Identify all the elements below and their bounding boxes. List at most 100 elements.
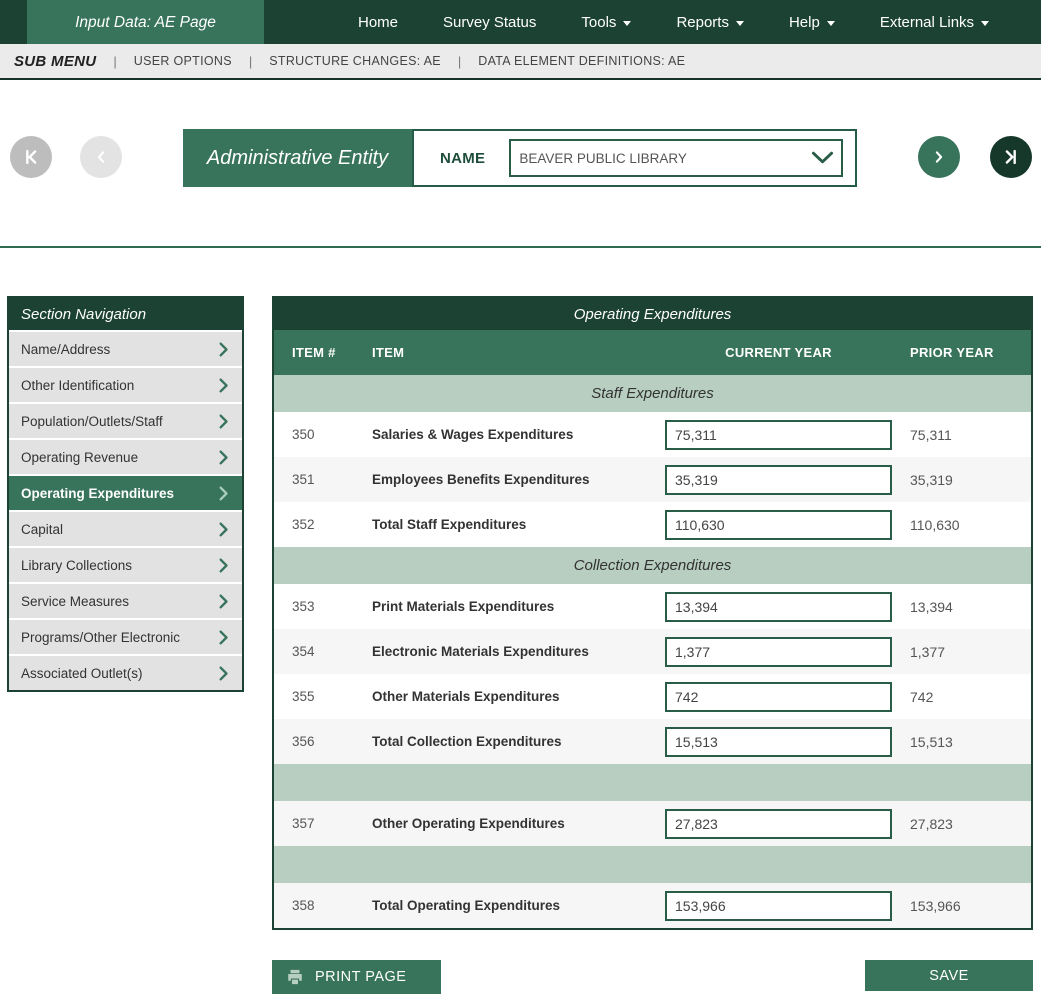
table-section-row: Collection Expenditures: [274, 547, 1031, 584]
chevron-right-icon: [219, 558, 229, 573]
current-year-input[interactable]: [665, 682, 892, 712]
entity-name-box: NAME BEAVER PUBLIC LIBRARY: [412, 129, 857, 187]
operating-expenditures-table: Operating Expenditures ITEM # ITEM CURRE…: [272, 296, 1033, 930]
item-label: Salaries & Wages Expenditures: [372, 427, 665, 442]
section-navigation: Section Navigation Name/Address Other Id…: [7, 296, 244, 692]
item-label: Total Collection Expenditures: [372, 734, 665, 749]
sidebar-item[interactable]: Library Collections: [9, 548, 242, 582]
entity-type-title: Administrative Entity: [183, 129, 412, 187]
current-year-input[interactable]: [665, 809, 892, 839]
current-year-input[interactable]: [665, 510, 892, 540]
chevron-right-icon: [219, 414, 229, 429]
prior-year-value: 75,311: [892, 427, 1031, 443]
section-navigation-title: Section Navigation: [9, 298, 242, 330]
table-row: 353 Print Materials Expenditures 13,394: [274, 584, 1031, 629]
nav-menu-item[interactable]: Survey Status: [443, 14, 536, 31]
item-number: 357: [274, 816, 372, 831]
nav-menu-item[interactable]: Help: [789, 14, 835, 31]
table-header-row: ITEM # ITEM CURRENT YEAR PRIOR YEAR: [274, 330, 1031, 375]
current-year-input[interactable]: [665, 592, 892, 622]
submenu-separator: |: [249, 54, 252, 69]
current-year-input[interactable]: [665, 637, 892, 667]
item-label: Total Staff Expenditures: [372, 517, 665, 532]
current-year-input[interactable]: [665, 420, 892, 450]
item-number: 355: [274, 689, 372, 704]
chevron-right-icon: [219, 522, 229, 537]
chevron-right-icon: [219, 450, 229, 465]
current-year-input[interactable]: [665, 465, 892, 495]
submenu-item[interactable]: STRUCTURE CHANGES: AE: [269, 54, 441, 68]
print-page-button[interactable]: PRINT PAGE: [272, 960, 441, 994]
sidebar-item[interactable]: Programs/Other Electronic: [9, 620, 242, 654]
nav-menu-item[interactable]: Home: [358, 14, 398, 31]
save-label: SAVE: [929, 968, 969, 984]
current-year-input[interactable]: [665, 727, 892, 757]
caret-down-icon: [827, 21, 835, 26]
chevron-right-icon: [219, 342, 229, 357]
sidebar-item[interactable]: Service Measures: [9, 584, 242, 618]
item-number: 356: [274, 734, 372, 749]
next-record-button[interactable]: [918, 136, 960, 178]
sidebar-item[interactable]: Operating Revenue: [9, 440, 242, 474]
table-row: 352 Total Staff Expenditures 110,630: [274, 502, 1031, 547]
nav-menu: Home Survey Status Tools Reports Help Ex…: [350, 0, 1041, 44]
prior-year-value: 153,966: [892, 898, 1031, 914]
chevron-right-icon: [219, 486, 229, 501]
previous-record-button[interactable]: [80, 136, 122, 178]
sidebar-item[interactable]: Other Identification: [9, 368, 242, 402]
chevron-right-icon: [219, 594, 229, 609]
item-label: Print Materials Expenditures: [372, 599, 665, 614]
chevron-right-icon: [219, 378, 229, 393]
submenu-title: SUB MENU: [14, 53, 96, 70]
item-number: 352: [274, 517, 372, 532]
entity-name-select[interactable]: BEAVER PUBLIC LIBRARY: [509, 139, 843, 177]
current-year-input[interactable]: [665, 891, 892, 921]
table-section-row: [274, 846, 1031, 883]
sidebar-item[interactable]: Capital: [9, 512, 242, 546]
name-label: NAME: [440, 150, 485, 167]
nav-menu-item[interactable]: External Links: [880, 14, 989, 31]
item-label: Electronic Materials Expenditures: [372, 644, 665, 659]
first-record-button[interactable]: [10, 136, 52, 178]
sidebar-item[interactable]: Name/Address: [9, 332, 242, 366]
submenu-separator: |: [458, 54, 461, 69]
item-label: Other Materials Expenditures: [372, 689, 665, 704]
table-row: 354 Electronic Materials Expenditures 1,…: [274, 629, 1031, 674]
prior-year-value: 27,823: [892, 816, 1031, 832]
nav-menu-item[interactable]: Tools: [581, 14, 631, 31]
table-row: 356 Total Collection Expenditures 15,513: [274, 719, 1031, 764]
table-row: 357 Other Operating Expenditures 27,823: [274, 801, 1031, 846]
save-button[interactable]: SAVE: [865, 960, 1033, 991]
item-number: 358: [274, 898, 372, 913]
submenu-bar: SUB MENU | USER OPTIONS | STRUCTURE CHAN…: [0, 44, 1041, 80]
table-row: 355 Other Materials Expenditures 742: [274, 674, 1031, 719]
prior-year-value: 110,630: [892, 517, 1031, 533]
caret-down-icon: [981, 21, 989, 26]
item-number: 353: [274, 599, 372, 614]
chevron-right-icon: [219, 630, 229, 645]
sidebar-item[interactable]: Associated Outlet(s): [9, 656, 242, 690]
table-section-row: Staff Expenditures: [274, 375, 1031, 412]
sidebar-item[interactable]: Population/Outlets/Staff: [9, 404, 242, 438]
chevron-right-icon: [929, 147, 949, 167]
col-item-number: ITEM #: [274, 345, 372, 360]
table-row: 350 Salaries & Wages Expenditures 75,311: [274, 412, 1031, 457]
nav-menu-item[interactable]: Reports: [676, 14, 744, 31]
caret-down-icon: [623, 21, 631, 26]
table-title: Operating Expenditures: [274, 298, 1031, 330]
chevron-right-icon: [219, 666, 229, 681]
submenu-item[interactable]: DATA ELEMENT DEFINITIONS: AE: [478, 54, 685, 68]
item-number: 350: [274, 427, 372, 442]
prior-year-value: 13,394: [892, 599, 1031, 615]
prior-year-value: 15,513: [892, 734, 1031, 750]
item-label: Total Operating Expenditures: [372, 898, 665, 913]
prior-year-value: 35,319: [892, 472, 1031, 488]
print-page-label: PRINT PAGE: [315, 969, 406, 985]
sidebar-item[interactable]: Operating Expenditures: [9, 476, 242, 510]
last-record-button[interactable]: [990, 136, 1032, 178]
submenu-item[interactable]: USER OPTIONS: [134, 54, 232, 68]
item-number: 354: [274, 644, 372, 659]
table-row: 358 Total Operating Expenditures 153,966: [274, 883, 1031, 928]
active-page-tab[interactable]: Input Data: AE Page: [27, 0, 264, 45]
table-row: 351 Employees Benefits Expenditures 35,3…: [274, 457, 1031, 502]
